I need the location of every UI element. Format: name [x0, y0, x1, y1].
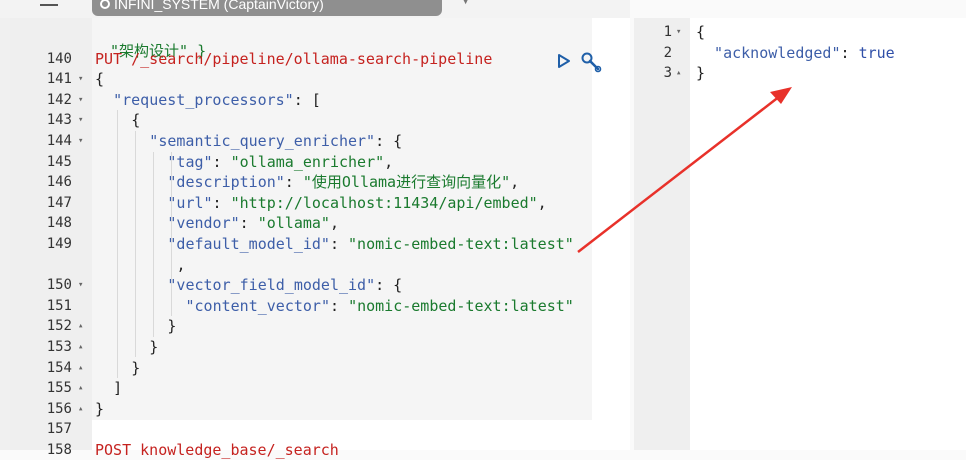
annotation-arrow	[577, 87, 792, 253]
